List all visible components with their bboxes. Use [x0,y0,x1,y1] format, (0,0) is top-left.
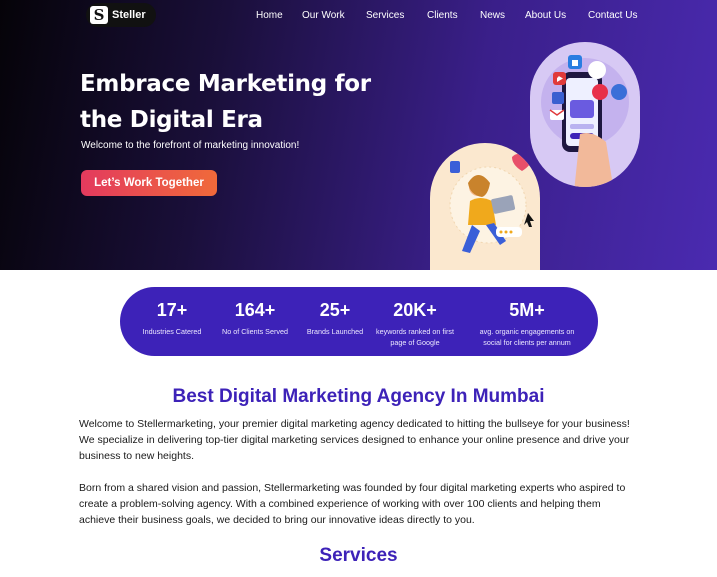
top-navigation: S Steller Home Our Work Services Clients… [0,0,717,32]
nav-item-contact-us[interactable]: Contact Us [588,10,637,21]
steller-logo[interactable]: S Steller [86,3,156,27]
nav-item-clients[interactable]: Clients [427,10,458,21]
stat-value: 164+ [234,300,276,320]
hero-section: S Steller Home Our Work Services Clients… [0,0,717,270]
stat-brands: 25+ Brands Launched [300,299,370,337]
agency-heading: Best Digital Marketing Agency In Mumbai [172,386,545,407]
logo-text: Steller [112,9,146,21]
stat-engagements: 5M+ avg. organic engagements on social f… [472,299,582,348]
nav-item-home[interactable]: Home [256,10,283,21]
stat-clients: 164+ No of Clients Served [214,299,296,337]
nav-item-services[interactable]: Services [366,10,404,21]
hero-title: Embrace Marketing for the Digital Era [80,71,371,133]
story-paragraph: Born from a shared vision and passion, S… [79,482,626,526]
stats-bar: 17+ Industries Catered 164+ No of Client… [120,287,598,356]
logo-mark-icon: S [90,6,108,24]
stat-value: 20K+ [393,300,437,320]
stat-label: keywords ranked on first page of Google [376,327,454,347]
stat-keywords: 20K+ keywords ranked on first page of Go… [376,299,454,348]
stat-value: 5M+ [509,300,545,320]
phone-social-icons-illustration [541,55,629,187]
stat-industries: 17+ Industries Catered [134,299,210,337]
stat-label: Brands Launched [306,327,364,336]
stat-value: 17+ [156,300,188,320]
phone-illustration [530,42,640,187]
hero-subtitle: Welcome to the forefront of marketing in… [81,140,300,151]
nav-item-news[interactable]: News [480,10,505,21]
stat-label: Industries Catered [142,327,202,336]
girl-with-laptop-illustration [449,154,534,253]
services-heading: Services [319,545,398,566]
nav-item-our-work[interactable]: Our Work [302,10,345,21]
lets-work-together-button[interactable]: Let’s Work Together [81,170,217,196]
girl-laptop-illustration [430,143,540,270]
stat-label: avg. organic engagements on social for c… [479,327,575,347]
intro-paragraph: Welcome to Stellermarketing, your premie… [79,418,630,462]
stat-value: 25+ [319,300,351,320]
nav-item-about-us[interactable]: About Us [525,10,566,21]
stat-label: No of Clients Served [222,327,288,336]
